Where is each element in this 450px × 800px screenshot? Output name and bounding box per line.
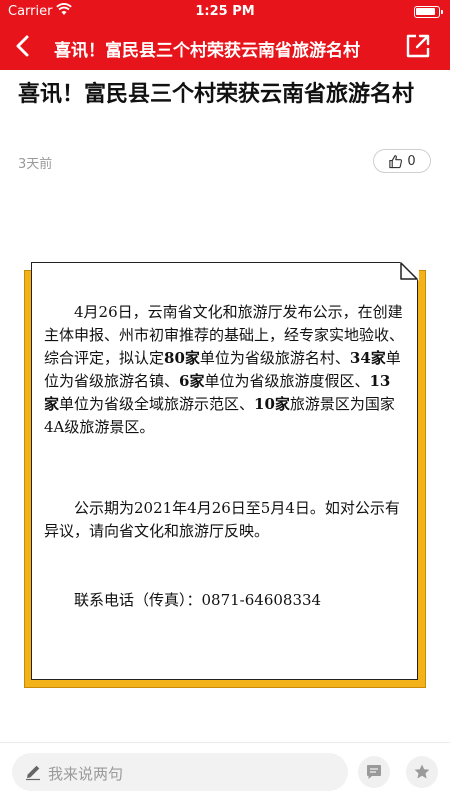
thumbs-up-icon	[389, 154, 403, 168]
comment-bar: 我来说两句	[0, 742, 450, 800]
share-button[interactable]	[404, 32, 432, 60]
battery-icon	[414, 6, 443, 18]
share-icon	[406, 34, 430, 58]
notice-highlight: 10家	[254, 395, 290, 413]
notice-card: 4月26日，云南省文化和旅游厅发布公示，在创建主体申报、州市初审推荐的基础上，经…	[31, 261, 419, 680]
app-header: Carrier 1:25 PM 喜讯！富民县三个村荣获云南省旅游名村	[0, 0, 450, 70]
notice-highlight: 34家	[349, 349, 386, 367]
back-button[interactable]	[8, 30, 40, 62]
star-icon	[414, 764, 430, 779]
publish-time: 3天前	[18, 157, 53, 172]
like-count: 0	[407, 153, 416, 169]
nav-title: 喜讯！富民县三个村荣获云南省旅游名村	[54, 41, 360, 61]
like-button[interactable]: 0	[373, 149, 431, 173]
notice-paragraph-contact: 联系电话（传真）：0871-64608334	[74, 591, 322, 609]
favorite-button[interactable]	[406, 756, 438, 788]
status-bar: Carrier 1:25 PM	[0, 0, 450, 24]
clock: 1:25 PM	[195, 4, 255, 19]
notice-paragraph-period: 公示期为2021年4月26日至5月4日。如对公示有异议，请向省文化和旅游厅反映。	[44, 499, 400, 540]
notice-body: 4月26日，云南省文化和旅游厅发布公示，在创建主体申报、州市初审推荐的基础上，经…	[44, 301, 404, 612]
notice-paragraph-announcement: 4月26日，云南省文化和旅游厅发布公示，在创建主体申报、州市初审推荐的基础上，经…	[44, 301, 404, 439]
comments-button[interactable]	[358, 756, 390, 788]
chevron-left-icon	[16, 35, 29, 57]
notice-highlight: 80家	[164, 349, 200, 367]
notice-text-run: 单位为省级旅游度假区、	[204, 372, 370, 390]
pencil-icon	[26, 765, 40, 781]
folded-corner-icon	[399, 261, 419, 281]
comment-placeholder: 我来说两句	[48, 765, 124, 783]
article-title: 喜讯！富民县三个村荣获云南省旅游名村	[18, 82, 415, 107]
notice-highlight: 6家	[179, 372, 205, 390]
comment-icon	[367, 765, 381, 779]
comment-input[interactable]: 我来说两句	[12, 753, 348, 791]
notice-text-run: 单位为省级全域旅游示范区、	[59, 395, 255, 413]
notice-text-run: 单位为省级旅游名村、	[199, 349, 350, 367]
